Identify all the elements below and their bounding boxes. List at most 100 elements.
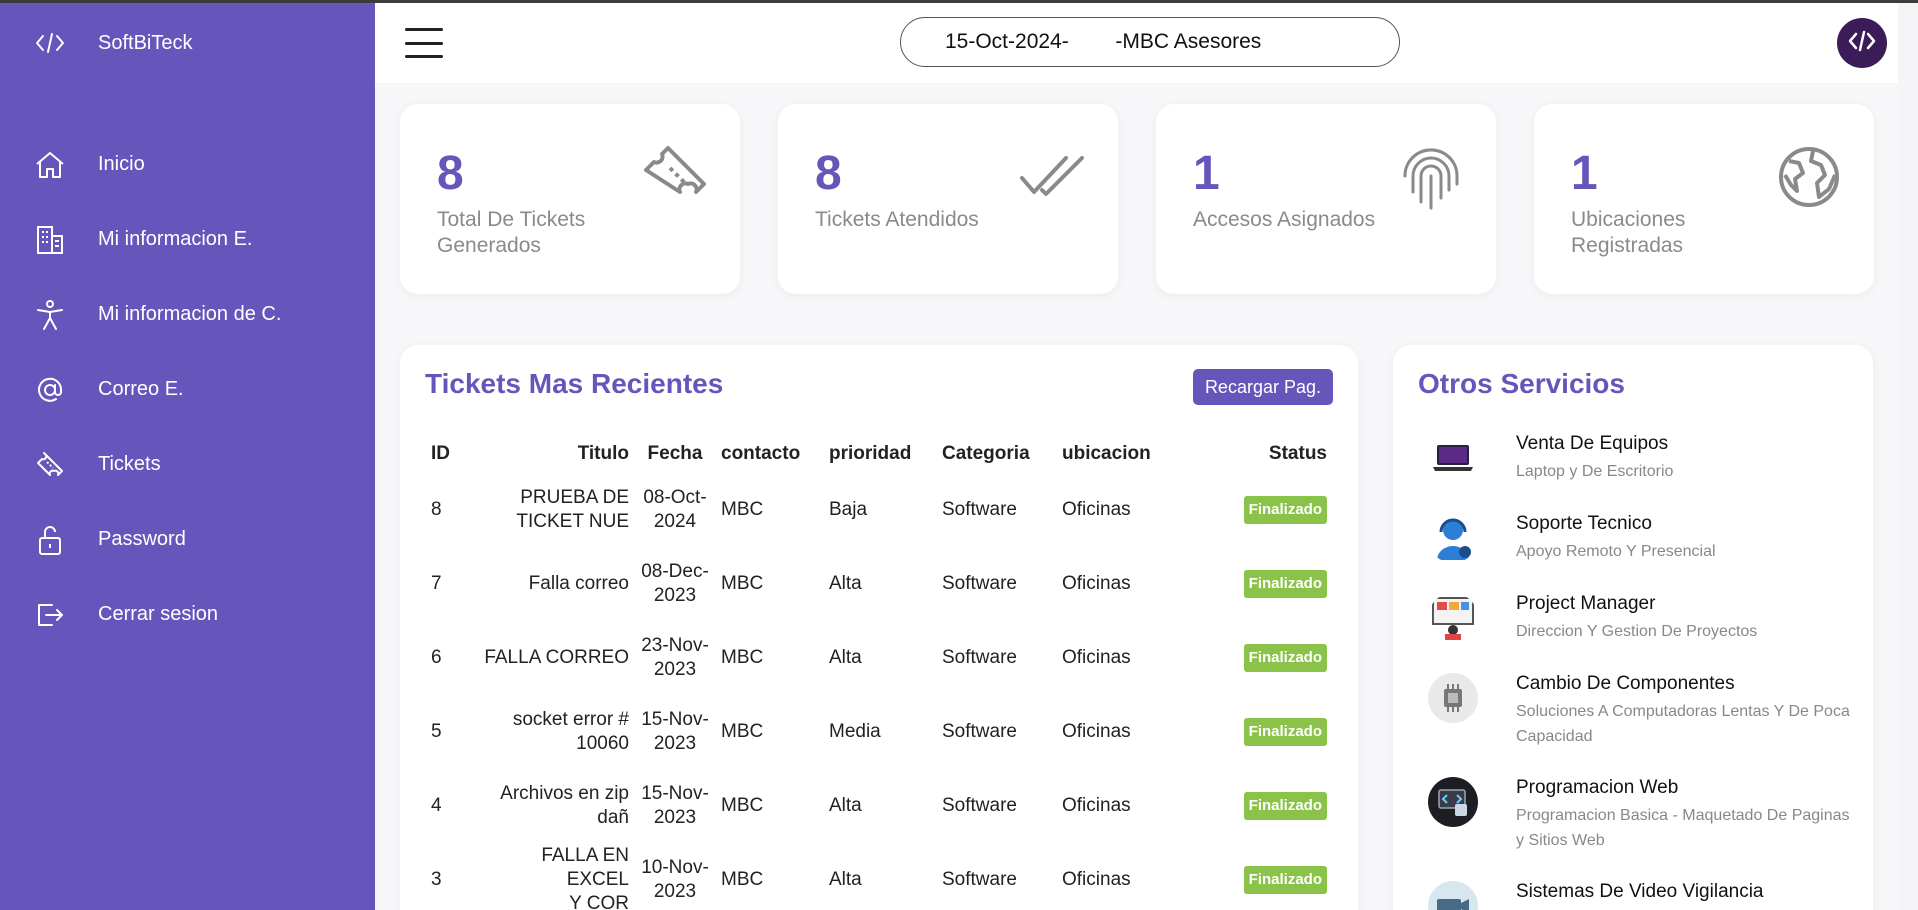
ticket-date: 08-Oct- 2024 <box>635 473 715 547</box>
stat-label: Tickets Atendidos <box>815 208 979 231</box>
panel-title: Tickets Mas Recientes <box>425 368 724 399</box>
ticket-id: 7 <box>431 573 442 594</box>
top-rule <box>0 0 1918 3</box>
sidebar-item-correo[interactable]: Correo E. <box>0 352 375 427</box>
ticket-date-line: 08-Oct- <box>643 487 707 508</box>
sidebar-item-mi-informacion-e[interactable]: Mi informacion E. <box>0 202 375 277</box>
ticket-location: Oficinas <box>1062 499 1131 520</box>
ticket-title-line: socket error # <box>512 709 629 730</box>
avatar[interactable] <box>1837 18 1887 68</box>
column-header[interactable]: prioridad <box>823 435 936 473</box>
project-board-icon <box>1428 593 1478 643</box>
service-name: Programacion Web <box>1516 777 1679 798</box>
ticket-contact: MBC <box>721 869 764 890</box>
code-icon <box>32 27 68 59</box>
ticket-location: Oficinas <box>1062 869 1131 890</box>
ticket-category: Software <box>942 499 1017 520</box>
other-services-panel: Otros Servicios Venta De Equipos Laptop … <box>1393 345 1873 910</box>
web-dev-icon <box>1428 777 1478 827</box>
menu-toggle-button[interactable] <box>405 28 443 58</box>
sidebar-item-inicio[interactable]: Inicio <box>0 127 375 202</box>
sidebar-item-label: Mi informacion E. <box>98 228 253 250</box>
pill-spacer <box>1069 30 1116 54</box>
code-icon <box>1847 30 1877 57</box>
column-header[interactable]: Fecha <box>635 435 715 473</box>
ticket-date-line: 10-Nov- <box>641 857 709 878</box>
stat-label: Accesos Asignados <box>1193 208 1376 231</box>
chip-icon <box>1428 673 1478 723</box>
ticket-id: 8 <box>431 499 442 520</box>
table-row[interactable]: 6 FALLA CORREO 23-Nov- 2023 MBC Alta Software O… <box>425 621 1333 695</box>
reload-button[interactable]: Recargar Pag. <box>1192 369 1333 405</box>
column-header[interactable]: ID <box>425 435 475 473</box>
ticket-title-line: PRUEBA DE <box>520 487 629 508</box>
ticket-date-line: 2023 <box>653 659 697 680</box>
stat-value: 1 <box>1193 147 1220 200</box>
sidebar: SoftBiTeck Inicio Mi informacion E. Mi i… <box>0 3 375 910</box>
sidebar-item-cerrar-sesion[interactable]: Cerrar sesion <box>0 577 375 652</box>
tickets-table: ID Titulo Fecha contacto prioridad Categ… <box>425 435 1333 910</box>
panel-title: Otros Servicios <box>1418 368 1625 399</box>
ticket-category: Software <box>942 573 1017 594</box>
ticket-category: Software <box>942 869 1017 890</box>
ticket-date: 23-Nov- 2023 <box>635 621 715 695</box>
service-desc: Laptop y De Escritorio <box>1516 463 1674 480</box>
hamburger-line <box>405 55 443 58</box>
sidebar-item-password[interactable]: Password <box>0 502 375 577</box>
sidebar-item-mi-informacion-c[interactable]: Mi informacion de C. <box>0 277 375 352</box>
sidebar-item-tickets[interactable]: Tickets <box>0 427 375 502</box>
column-header[interactable]: Categoria <box>936 435 1056 473</box>
ticket-location: Oficinas <box>1062 647 1131 668</box>
table-row[interactable]: 3 FALLA EN EXCEL Y COR 10-Nov- 2023 MBC Alta So… <box>425 843 1333 910</box>
ticket-date: 10-Nov- 2023 <box>635 843 715 910</box>
ticket-date-line: 23-Nov- <box>641 635 709 656</box>
ticket-priority: Alta <box>829 795 862 816</box>
ticket-priority: Alta <box>829 573 862 594</box>
tickets-table-body: 8 PRUEBA DE TICKET NUE 08-Oct- 2024 MBC Baja So… <box>425 473 1333 910</box>
column-header[interactable]: Titulo <box>475 435 635 473</box>
stat-card-ubicaciones: 1 Ubicaciones Registradas <box>1534 104 1874 294</box>
ticket-contact: MBC <box>721 647 764 668</box>
brand-name: SoftBiTeck <box>98 31 193 54</box>
ticket-priority: Baja <box>829 499 868 520</box>
table-row[interactable]: 4 Archivos en zip dañ 15-Nov- 2023 MBC Alta Sof… <box>425 769 1333 843</box>
ticket-date-line: 2023 <box>653 881 697 902</box>
stat-value: 8 <box>437 147 464 200</box>
ticket-category: Software <box>942 647 1017 668</box>
status-badge: Finalizado <box>1243 496 1327 524</box>
column-header[interactable]: ubicacion <box>1056 435 1171 473</box>
ticket-title-line: 10060 <box>576 733 629 754</box>
ticket-priority: Alta <box>829 647 862 668</box>
ticket-title: FALLA EN EXCEL Y COR <box>475 843 635 910</box>
ticket-contact: MBC <box>721 721 764 742</box>
table-row[interactable]: 8 PRUEBA DE TICKET NUE 08-Oct- 2024 MBC Baja So… <box>425 473 1333 547</box>
table-row[interactable]: 7 Falla correo 08-Dec- 2023 MBC Alta Software O… <box>425 547 1333 621</box>
laptop-icon <box>1428 433 1478 483</box>
ticket-title: FALLA CORREO <box>475 621 635 695</box>
status-badge: Finalizado <box>1243 644 1327 672</box>
status-badge: Finalizado <box>1243 792 1327 820</box>
hamburger-line <box>405 28 443 31</box>
column-header[interactable]: contacto <box>715 435 823 473</box>
ticket-location: Oficinas <box>1062 721 1131 742</box>
sidebar-item-label: Correo E. <box>98 378 184 400</box>
sidebar-item-label: Mi informacion de C. <box>98 303 282 325</box>
table-row[interactable]: 5 socket error # 10060 15-Nov- 2023 MBC Media S… <box>425 695 1333 769</box>
brand[interactable]: SoftBiTeck <box>32 27 192 59</box>
at-icon <box>32 372 68 408</box>
ticket-icon <box>32 447 68 483</box>
ticket-id: 4 <box>431 795 442 816</box>
topbar: 15-Oct-2024- -MBC Asesores <box>375 3 1898 83</box>
ticket-location: Oficinas <box>1062 573 1131 594</box>
sidebar-item-label: Tickets <box>98 453 161 475</box>
camera-icon <box>1428 881 1478 910</box>
logout-icon <box>32 597 68 633</box>
unlock-icon <box>32 522 68 558</box>
ticket-id: 6 <box>431 647 442 668</box>
main-content: 15-Oct-2024- -MBC Asesores 8 Total De Ti… <box>375 3 1898 910</box>
person-icon <box>32 297 68 333</box>
service-desc: Direccion Y Gestion De Proyectos <box>1516 623 1758 640</box>
ticket-id: 5 <box>431 721 442 742</box>
column-header[interactable]: Status <box>1171 435 1333 473</box>
status-badge: Finalizado <box>1243 866 1327 894</box>
